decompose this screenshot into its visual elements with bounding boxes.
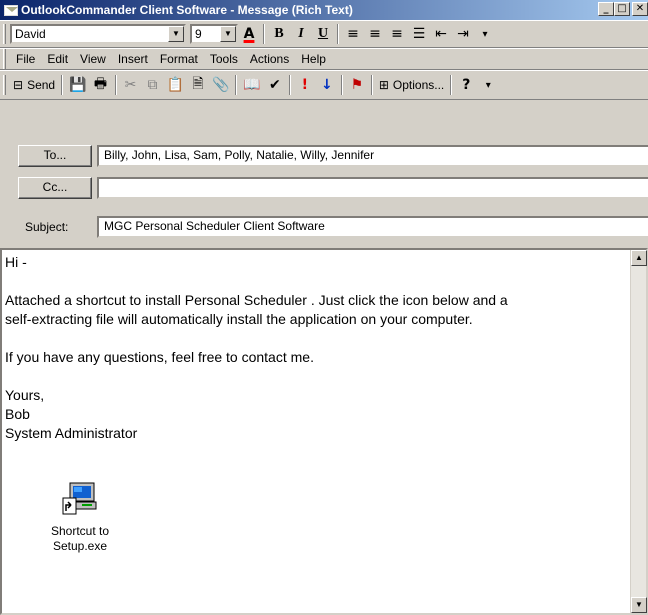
print-icon[interactable]: 🖶 xyxy=(90,74,112,96)
maximize-button[interactable]: □ xyxy=(614,2,630,16)
copy-icon[interactable]: ⧉ xyxy=(142,74,164,96)
italic-button[interactable]: I xyxy=(290,23,312,45)
to-button[interactable]: To... xyxy=(18,145,92,167)
cc-field[interactable] xyxy=(97,177,648,199)
toolbar-more-icon[interactable]: ▾ xyxy=(474,23,496,45)
toolbar-separator xyxy=(61,75,64,95)
vertical-scrollbar[interactable]: ▲ ▼ xyxy=(630,250,647,613)
standard-toolbar: ⊟ Send 💾 🖶 ✂ ⧉ 📋 🗎 📎 📖 ✔ ! ↓ ⚑ ⊞ Options… xyxy=(0,70,648,100)
cut-icon[interactable]: ✂ xyxy=(120,74,142,96)
help-icon[interactable]: ? xyxy=(455,74,477,96)
align-center-icon[interactable]: ≡ xyxy=(364,23,386,45)
toolbar-separator xyxy=(263,24,265,44)
scroll-up-icon[interactable]: ▲ xyxy=(631,250,647,266)
toolbar-separator xyxy=(114,75,117,95)
attachment-label-2: Setup.exe xyxy=(52,539,108,553)
low-importance-icon[interactable]: ↓ xyxy=(316,74,338,96)
greeting-line: Hi - xyxy=(5,254,27,270)
menu-bar: File Edit View Insert Format Tools Actio… xyxy=(0,48,648,70)
subject-field[interactable]: MGC Personal Scheduler Client Software xyxy=(97,216,648,238)
closing-line: Yours, xyxy=(5,387,45,403)
menu-view[interactable]: View xyxy=(74,52,112,66)
address-book-icon[interactable]: 📖 xyxy=(240,74,263,96)
menu-insert[interactable]: Insert xyxy=(112,52,154,66)
attachment-shortcut[interactable]: Shortcut to Setup.exe xyxy=(40,480,120,554)
send-icon: ⊟ xyxy=(13,78,24,92)
high-importance-icon[interactable]: ! xyxy=(294,74,316,96)
font-color-button[interactable]: A xyxy=(238,23,260,45)
decrease-indent-icon[interactable]: ⇤ xyxy=(430,23,452,45)
underline-button[interactable]: U xyxy=(312,23,334,45)
menu-tools[interactable]: Tools xyxy=(204,52,244,66)
font-size-dropdown-icon[interactable]: ▼ xyxy=(220,26,236,42)
bold-button[interactable]: B xyxy=(268,23,290,45)
message-body[interactable]: Hi - Attached a shortcut to install Pers… xyxy=(0,248,648,615)
align-left-icon[interactable]: ≡ xyxy=(342,23,364,45)
subject-row: Subject: MGC Personal Scheduler Client S… xyxy=(0,216,648,240)
toolbar-separator xyxy=(235,75,238,95)
font-name-value: David xyxy=(15,27,46,41)
attachment-label-1: Shortcut to xyxy=(50,524,110,538)
align-right-icon[interactable]: ≡ xyxy=(386,23,408,45)
paste-icon[interactable]: 📋 xyxy=(164,74,187,96)
menu-actions[interactable]: Actions xyxy=(244,52,295,66)
font-size-combo[interactable]: 9 ▼ xyxy=(190,24,238,44)
cc-button[interactable]: Cc... xyxy=(18,177,92,199)
options-button[interactable]: ⊞ Options... xyxy=(376,74,447,96)
toolbar-separator xyxy=(450,75,453,95)
scroll-down-icon[interactable]: ▼ xyxy=(631,597,647,613)
options-label: Options... xyxy=(392,78,445,92)
window-title: OutlookCommander Client Software - Messa… xyxy=(21,3,353,17)
toolbar-separator xyxy=(340,75,343,95)
menu-grip[interactable] xyxy=(3,49,6,69)
message-text[interactable]: Hi - Attached a shortcut to install Pers… xyxy=(5,253,625,443)
to-row: To... Billy, John, Lisa, Sam, Polly, Nat… xyxy=(0,145,648,169)
options-icon: ⊞ xyxy=(378,78,389,92)
send-label: Send xyxy=(27,78,56,92)
formatting-toolbar: David ▼ 9 ▼ A B I U ≡ ≡ ≡ ☰ ⇤ ⇥ ▾ xyxy=(0,20,648,48)
paperclip-icon[interactable]: 📎 xyxy=(209,74,232,96)
envelope-icon xyxy=(4,4,18,16)
body-line-1: Attached a shortcut to install Personal … xyxy=(5,292,508,308)
font-name-combo[interactable]: David ▼ xyxy=(10,24,186,44)
flag-icon[interactable]: ⚑ xyxy=(346,74,368,96)
menu-format[interactable]: Format xyxy=(154,52,204,66)
font-name-dropdown-icon[interactable]: ▼ xyxy=(168,26,184,42)
toolbar-grip[interactable] xyxy=(3,75,6,95)
toolbar-separator xyxy=(370,75,373,95)
close-button[interactable]: ✕ xyxy=(632,2,648,16)
toolbar-separator xyxy=(337,24,339,44)
menu-edit[interactable]: Edit xyxy=(41,52,74,66)
send-button[interactable]: ⊟ Send xyxy=(10,74,58,96)
window-controls: _ □ ✕ xyxy=(598,2,648,16)
to-field[interactable]: Billy, John, Lisa, Sam, Polly, Natalie, … xyxy=(97,145,648,167)
toolbar-more-icon[interactable]: ▾ xyxy=(477,74,499,96)
title-bar: OutlookCommander Client Software - Messa… xyxy=(0,0,648,20)
save-icon[interactable]: 💾 xyxy=(66,74,89,96)
toolbar-grip[interactable] xyxy=(3,24,6,44)
menu-help[interactable]: Help xyxy=(295,52,332,66)
cc-row: Cc... xyxy=(0,177,648,201)
shortcut-setup-icon xyxy=(60,480,100,518)
insert-file-icon[interactable]: 🗎 xyxy=(187,74,209,96)
toolbar-separator xyxy=(288,75,291,95)
bullets-icon[interactable]: ☰ xyxy=(408,23,430,45)
font-size-value: 9 xyxy=(195,27,202,41)
body-line-3: If you have any questions, feel free to … xyxy=(5,349,314,365)
body-line-2: self-extracting file will automatically … xyxy=(5,311,473,327)
increase-indent-icon[interactable]: ⇥ xyxy=(452,23,474,45)
signature-name: Bob xyxy=(5,406,30,422)
check-names-icon[interactable]: ✔ xyxy=(264,74,286,96)
signature-role: System Administrator xyxy=(5,425,138,441)
menu-file[interactable]: File xyxy=(10,52,41,66)
subject-label: Subject: xyxy=(25,220,69,234)
minimize-button[interactable]: _ xyxy=(598,2,614,16)
